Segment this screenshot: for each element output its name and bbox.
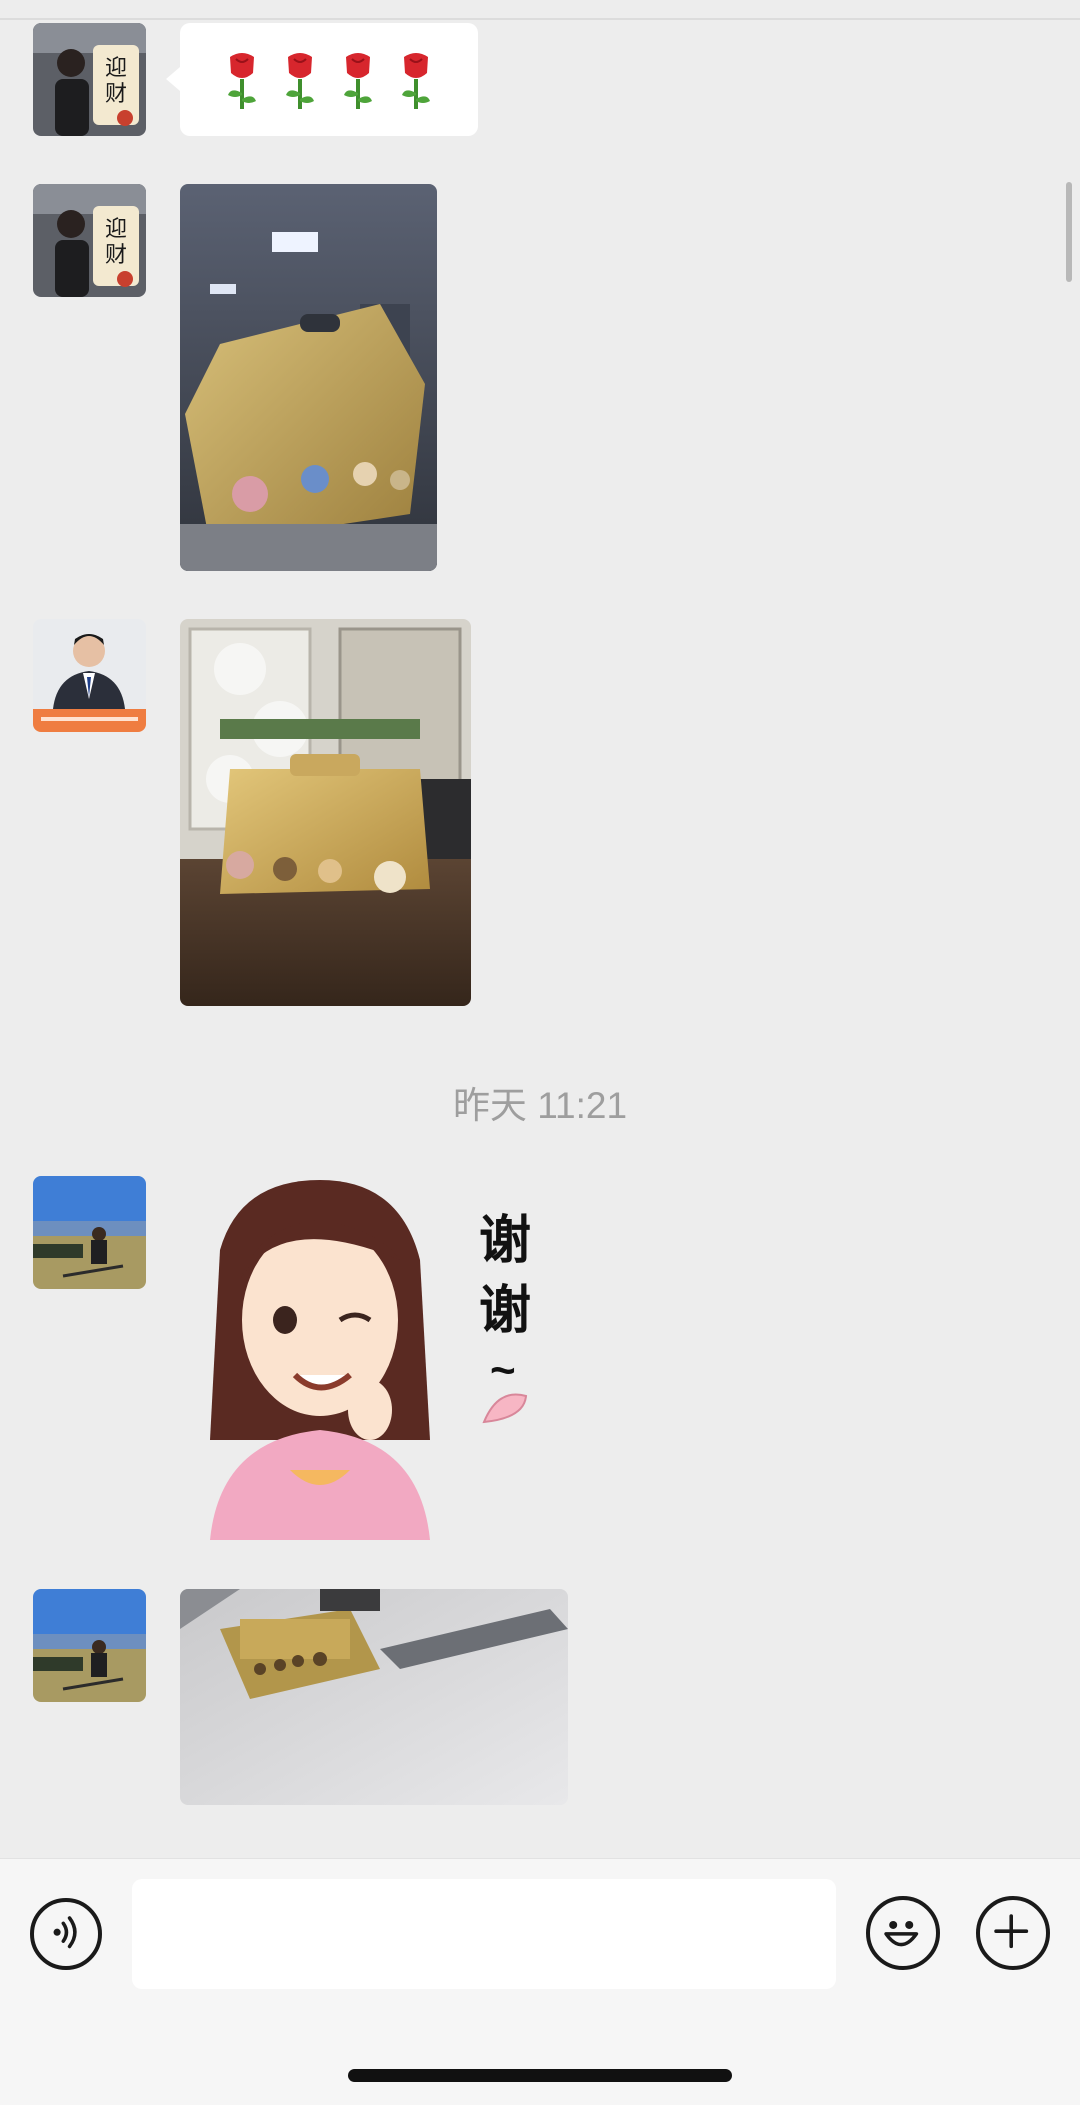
svg-text:迎: 迎 xyxy=(105,217,127,242)
rose-icon xyxy=(402,52,430,109)
more-options-button[interactable] xyxy=(976,1896,1050,1970)
avatar-man-suit[interactable] xyxy=(33,619,146,732)
petal-icon xyxy=(482,1393,528,1424)
voice-button[interactable] xyxy=(30,1898,102,1970)
rose-emoji-row xyxy=(180,23,478,136)
avatar-woman-caishen[interactable]: 迎 财 xyxy=(33,23,146,136)
gift-box-blurry-photo[interactable] xyxy=(180,1589,568,1805)
svg-text:财: 财 xyxy=(105,82,127,107)
emoji-face-icon xyxy=(884,1920,919,1947)
rose-icon xyxy=(286,52,314,109)
sticker-text: 谢谢 xyxy=(478,1211,531,1341)
cartoon-girl-wink-icon xyxy=(210,1180,430,1540)
gift-box-on-table-photo[interactable] xyxy=(180,619,471,1006)
home-indicator[interactable] xyxy=(348,2069,732,2082)
message-input[interactable] xyxy=(132,1879,836,1989)
avatar-woman-lakeside[interactable] xyxy=(33,1589,146,1702)
voice-icon xyxy=(53,1916,77,1949)
emoji-button[interactable] xyxy=(866,1896,940,1970)
message-timestamp: 昨天 11:21 xyxy=(452,1085,628,1126)
scrollbar[interactable] xyxy=(1066,182,1072,282)
avatar-woman-lakeside[interactable] xyxy=(33,1176,146,1289)
bubble-tail xyxy=(166,67,180,91)
emoji-message-bubble[interactable] xyxy=(166,23,478,136)
svg-text:迎: 迎 xyxy=(105,56,127,81)
rose-icon xyxy=(344,52,372,109)
plus-icon xyxy=(994,1914,1029,1949)
avatar-woman-caishen[interactable]: 迎 财 xyxy=(33,184,146,297)
chat-screen: 迎 财 迎 财 昨天 11:21 谢谢 ~ xyxy=(0,0,1080,2105)
gift-box-photo[interactable] xyxy=(180,184,437,571)
rose-icon xyxy=(228,52,256,109)
thanks-sticker[interactable]: 谢谢 ~ xyxy=(180,1170,540,1540)
top-divider xyxy=(0,18,1080,20)
svg-text:财: 财 xyxy=(105,243,127,268)
